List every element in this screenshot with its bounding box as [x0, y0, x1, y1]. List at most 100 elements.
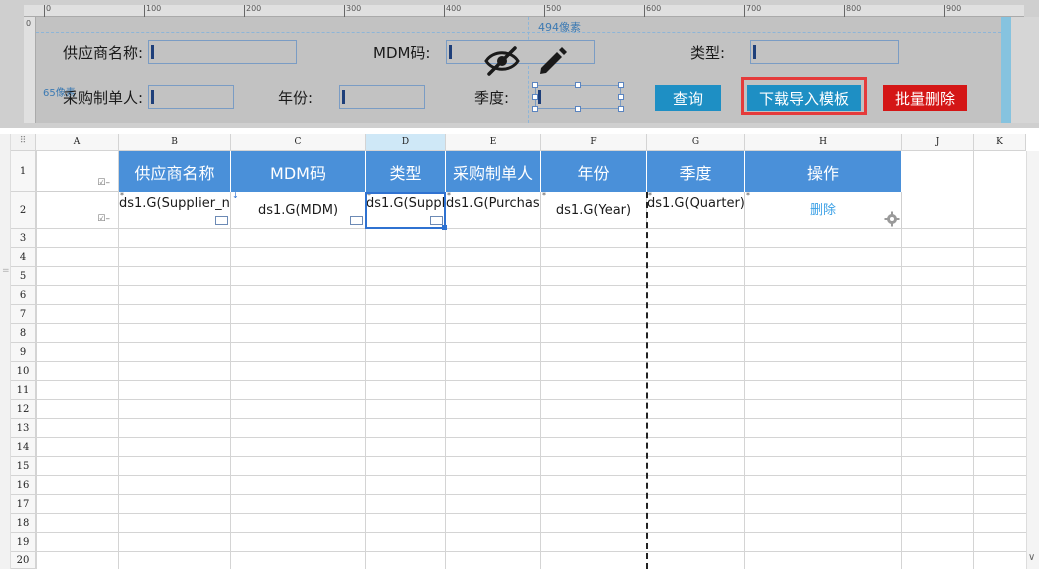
- year-input[interactable]: [339, 85, 425, 109]
- column-header-c[interactable]: C: [231, 134, 366, 151]
- expand-icon[interactable]: [350, 216, 363, 225]
- cell-formula: ds1.G(MDM): [257, 202, 339, 218]
- cell-purchaser-field[interactable]: * ds1.G(Purchase: [446, 192, 541, 228]
- row-header[interactable]: 7: [11, 305, 36, 324]
- row-header[interactable]: 16: [11, 476, 36, 495]
- selection-handle[interactable]: [532, 94, 538, 100]
- header-cell-type[interactable]: 类型: [366, 151, 446, 192]
- scroll-down-icon[interactable]: ∨: [1028, 552, 1035, 563]
- ruler-tick: 0: [46, 4, 52, 13]
- row-header[interactable]: 17: [11, 495, 36, 514]
- gear-icon[interactable]: [884, 211, 900, 227]
- row-header[interactable]: 19: [11, 533, 36, 552]
- supplier-name-input[interactable]: [148, 40, 297, 64]
- expand-icon[interactable]: [215, 216, 228, 225]
- select-all-corner[interactable]: ⠿: [11, 134, 36, 151]
- selection-handle[interactable]: [618, 106, 624, 112]
- column-header-a[interactable]: A: [36, 134, 119, 151]
- row-header[interactable]: 9: [11, 343, 36, 362]
- column-header-f[interactable]: F: [541, 134, 647, 151]
- panel-margin: [1011, 17, 1039, 123]
- vertical-ruler: 0: [24, 17, 36, 123]
- supplier-name-label: 供应商名称:: [63, 44, 144, 62]
- column-header-g[interactable]: G: [647, 134, 745, 151]
- page-break-line: [646, 192, 648, 569]
- report-designer: { "ruler": { "ticks": ["0", "100", "200"…: [0, 0, 1039, 569]
- edit-pencil-icon[interactable]: [535, 44, 569, 78]
- cell-formula: ds1.G(Year): [555, 202, 632, 218]
- selection-handle[interactable]: [532, 106, 538, 112]
- row-header[interactable]: 20: [11, 552, 36, 569]
- cell-quarter-field[interactable]: * ds1.G(Quarter): [647, 192, 745, 228]
- ruler-tick: 900: [946, 4, 962, 13]
- selection-handle[interactable]: [575, 106, 581, 112]
- purchaser-input[interactable]: [148, 85, 234, 109]
- row-header[interactable]: 2: [11, 192, 36, 229]
- selection-handle[interactable]: [618, 82, 624, 88]
- row-header[interactable]: 13: [11, 419, 36, 438]
- vertical-scrollbar[interactable]: [1026, 151, 1039, 569]
- checkbox-icon[interactable]: ☑–: [97, 178, 110, 188]
- cell-supplier-name-field[interactable]: * ds1.G(Supplier_name): [119, 192, 231, 228]
- checkbox-icon[interactable]: ☑–: [97, 214, 110, 224]
- column-header-e[interactable]: E: [446, 134, 541, 151]
- splitter-grip[interactable]: =: [2, 266, 10, 276]
- cell-a1[interactable]: ☑–: [37, 151, 118, 192]
- column-header-b[interactable]: B: [119, 134, 231, 151]
- horizontal-ruler: 0 100 200 300 400 500 600 700 800 900: [24, 4, 1024, 17]
- purchaser-label: 采购制单人:: [63, 89, 144, 107]
- ruler-tick: 400: [446, 4, 462, 13]
- cell-formula: ds1.G(Quarter): [647, 196, 745, 211]
- ruler-tick: 100: [146, 4, 162, 13]
- download-template-button[interactable]: 下载导入模板: [747, 85, 861, 111]
- canvas-resize-handle[interactable]: [1001, 17, 1011, 123]
- header-cell-year[interactable]: 年份: [541, 151, 647, 192]
- header-cell-purchaser[interactable]: 采购制单人: [446, 151, 541, 192]
- selection-handle[interactable]: [575, 82, 581, 88]
- row-header[interactable]: 1: [11, 151, 36, 192]
- row-header[interactable]: 18: [11, 514, 36, 533]
- selection-handle[interactable]: [532, 82, 538, 88]
- mdm-label: MDM码:: [373, 44, 431, 62]
- selection-handle[interactable]: [618, 94, 624, 100]
- cell-a2[interactable]: ☑–: [37, 192, 118, 228]
- column-header-k[interactable]: K: [974, 134, 1026, 151]
- column-header-j[interactable]: J: [902, 134, 974, 151]
- column-header-d[interactable]: D: [366, 134, 446, 151]
- header-cell-quarter[interactable]: 季度: [647, 151, 745, 192]
- row-header[interactable]: 14: [11, 438, 36, 457]
- cell-action-field[interactable]: * 删除: [745, 192, 902, 228]
- row-header[interactable]: 11: [11, 381, 36, 400]
- row-header[interactable]: 6: [11, 286, 36, 305]
- cell-mdm-field[interactable]: ↓ ds1.G(MDM): [231, 192, 366, 228]
- cell-formula: ds1.G(Supplier_name): [119, 196, 230, 211]
- type-input[interactable]: [750, 40, 899, 64]
- header-cell-supplier-name[interactable]: 供应商名称: [119, 151, 231, 192]
- hide-eye-icon[interactable]: [483, 44, 521, 78]
- ruler-tick: 200: [246, 4, 262, 13]
- ruler-tick: 300: [346, 4, 362, 13]
- ruler-tick: 800: [846, 4, 862, 13]
- query-button[interactable]: 查询: [655, 85, 721, 111]
- fill-handle[interactable]: [442, 225, 447, 230]
- column-header-h[interactable]: H: [745, 134, 902, 151]
- header-cell-mdm[interactable]: MDM码: [231, 151, 366, 192]
- row-header[interactable]: 10: [11, 362, 36, 381]
- row-header[interactable]: 4: [11, 248, 36, 267]
- row-header[interactable]: 8: [11, 324, 36, 343]
- ruler-tick: 0: [26, 19, 32, 28]
- row-header[interactable]: 15: [11, 457, 36, 476]
- cell-year-field[interactable]: * ds1.G(Year): [541, 192, 647, 228]
- header-cell-action[interactable]: 操作: [745, 151, 902, 192]
- ruler-tick: 500: [546, 4, 562, 13]
- row-header[interactable]: 5: [11, 267, 36, 286]
- delete-row-link[interactable]: 删除: [810, 201, 836, 220]
- type-label: 类型:: [690, 44, 726, 62]
- ruler-tick: 600: [646, 4, 662, 13]
- row-header[interactable]: 12: [11, 400, 36, 419]
- selected-cell-outline: [365, 192, 446, 229]
- row-header[interactable]: 3: [11, 229, 36, 248]
- spreadsheet[interactable]: = ⠿ A B C D E F G H J K 1 2 3 4 5 6 7 8 …: [0, 128, 1039, 569]
- sheet-left-edge: =: [0, 134, 11, 569]
- batch-delete-button[interactable]: 批量删除: [883, 85, 967, 111]
